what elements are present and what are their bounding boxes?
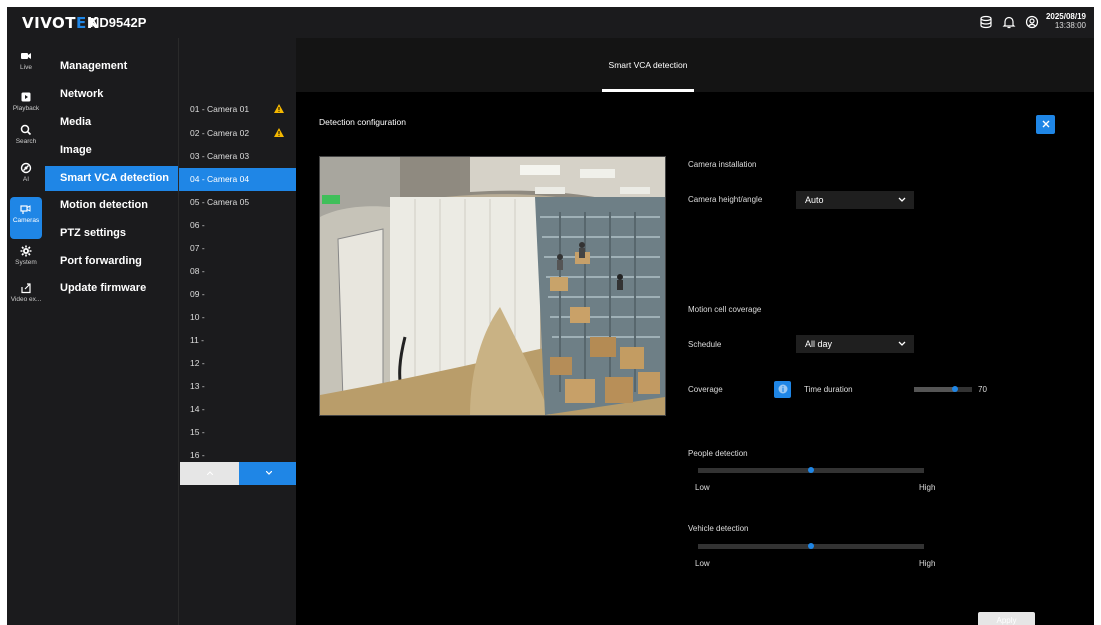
schedule-label: Schedule <box>688 340 722 349</box>
camera-item-10[interactable]: 10 - <box>179 306 296 329</box>
camera-item-06[interactable]: 06 - <box>179 214 296 237</box>
rail-item-cameras[interactable]: Cameras <box>10 197 42 239</box>
time-duration-slider[interactable] <box>914 386 972 392</box>
menu-item-media[interactable]: Media <box>45 110 178 135</box>
time-duration-value: 70 <box>978 385 987 394</box>
camera-item-03[interactable]: 03 - Camera 03 <box>179 145 296 168</box>
camera-item-08[interactable]: 08 - <box>179 260 296 283</box>
coverage-label: Coverage <box>688 385 723 394</box>
page-up-button[interactable] <box>180 462 239 485</box>
time: 13:38:00 <box>1054 21 1086 30</box>
motion-cell-coverage-heading: Motion cell coverage <box>688 305 762 314</box>
info-button[interactable] <box>774 381 791 398</box>
camera-item-14[interactable]: 14 - <box>179 398 296 421</box>
rail-item-system[interactable]: System <box>7 239 45 281</box>
warning-icon <box>274 104 284 113</box>
camera-item-11[interactable]: 11 - <box>179 329 296 352</box>
camera-height-angle-select[interactable]: Auto <box>796 191 914 209</box>
camera-item-12[interactable]: 12 - <box>179 352 296 375</box>
camera-item-02[interactable]: 02 - Camera 02 <box>179 122 296 145</box>
info-icon <box>778 384 787 394</box>
camera-installation-heading: Camera installation <box>688 160 757 169</box>
menu-item-management[interactable]: Management <box>45 54 178 79</box>
video-camera-icon <box>21 53 31 59</box>
people-detection-slider[interactable] <box>698 467 924 473</box>
warning-icon <box>274 128 284 137</box>
chevron-down-icon <box>898 341 906 346</box>
close-button[interactable] <box>1036 115 1055 134</box>
close-icon <box>1042 120 1049 128</box>
menu-item-ptz-settings[interactable]: PTZ settings <box>45 221 178 246</box>
schedule-select[interactable]: All day <box>796 335 914 353</box>
camera-height-angle-label: Camera height/angle <box>688 195 763 204</box>
slider-thumb[interactable] <box>952 386 958 392</box>
search-icon <box>20 124 32 136</box>
play-icon <box>21 92 31 102</box>
time-duration-label: Time duration <box>804 385 853 394</box>
vehicle-high-label: High <box>919 559 936 568</box>
settings-menu: Management Network Media Image Smart VCA… <box>45 38 178 625</box>
camera-item-13[interactable]: 13 - <box>179 375 296 398</box>
brand-logo: VIVOTEK <box>22 14 99 32</box>
camera-preview[interactable] <box>319 156 666 416</box>
camera-item-15[interactable]: 15 - <box>179 421 296 444</box>
menu-item-port-forwarding[interactable]: Port forwarding <box>45 249 178 274</box>
menu-item-update-firmware[interactable]: Update firmware <box>45 276 178 301</box>
app-window: VIVOTEK ND9542P 2025/08/19 13:38:00 Live… <box>7 7 1094 625</box>
camera-item-09[interactable]: 09 - <box>179 283 296 306</box>
export-icon <box>21 283 31 294</box>
vehicle-detection-slider[interactable] <box>698 543 924 549</box>
rail-item-ai[interactable]: AI <box>7 156 45 198</box>
rail-item-video-export[interactable]: Video ex... <box>7 276 45 318</box>
gear-icon <box>20 245 32 257</box>
storage-icon[interactable] <box>979 15 993 29</box>
slider-fill <box>914 387 955 392</box>
vehicle-low-label: Low <box>695 559 710 568</box>
ai-icon <box>20 162 32 174</box>
rail-item-live[interactable]: Live <box>7 44 45 86</box>
page-down-button[interactable] <box>239 462 298 485</box>
chevron-up-icon <box>206 471 213 475</box>
people-high-label: High <box>919 483 936 492</box>
slider-thumb[interactable] <box>808 467 814 473</box>
date: 2025/08/19 <box>1045 12 1086 21</box>
user-icon[interactable] <box>1025 15 1039 29</box>
menu-item-motion-detection[interactable]: Motion detection <box>45 193 178 218</box>
camera-preview-image <box>320 157 665 415</box>
menu-item-image[interactable]: Image <box>45 138 178 163</box>
bell-icon[interactable] <box>1002 15 1016 29</box>
rail-item-search[interactable]: Search <box>7 118 45 160</box>
active-tab-indicator <box>602 89 694 92</box>
camera-item-01[interactable]: 01 - Camera 01 <box>179 98 296 121</box>
vehicle-detection-heading: Vehicle detection <box>688 524 749 533</box>
tab-smart-vca-detection[interactable]: Smart VCA detection <box>602 38 694 92</box>
apply-button[interactable]: Apply <box>978 612 1035 625</box>
menu-item-smart-vca-detection[interactable]: Smart VCA detection <box>45 166 178 191</box>
camera-item-05[interactable]: 05 - Camera 05 <box>179 191 296 214</box>
camera-list: 01 - Camera 01 02 - Camera 02 03 - Camer… <box>178 38 298 625</box>
menu-item-network[interactable]: Network <box>45 82 178 107</box>
people-low-label: Low <box>695 483 710 492</box>
panel-title: Detection configuration <box>319 117 406 127</box>
main-content: Smart VCA detection Detection configurat… <box>296 38 1094 625</box>
tab-bar: Smart VCA detection <box>296 38 1094 92</box>
people-detection-heading: People detection <box>688 449 748 458</box>
nav-rail: Live Playback Search AI Cameras System V… <box>7 38 45 625</box>
camera-item-04[interactable]: 04 - Camera 04 <box>179 168 296 191</box>
chevron-down-icon <box>898 197 906 202</box>
chevron-down-icon <box>265 471 272 475</box>
top-bar: VIVOTEK ND9542P 2025/08/19 13:38:00 <box>7 7 1094 38</box>
date-time: 2025/08/19 13:38:00 <box>1046 12 1086 30</box>
cameras-icon <box>20 205 31 214</box>
slider-thumb[interactable] <box>808 543 814 549</box>
camera-item-07[interactable]: 07 - <box>179 237 296 260</box>
device-model: ND9542P <box>90 15 147 30</box>
